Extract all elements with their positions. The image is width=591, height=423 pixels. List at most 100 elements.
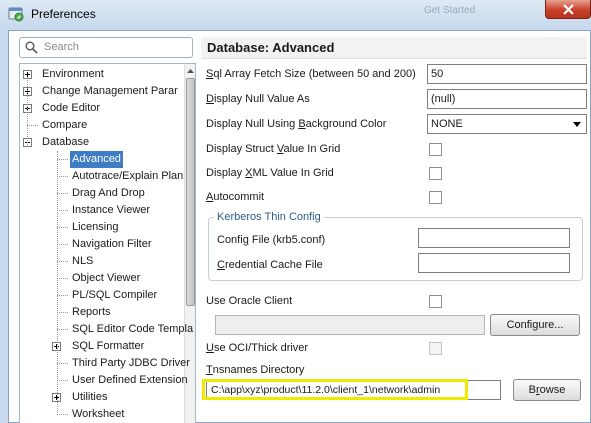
tree-item[interactable]: Navigation Filter bbox=[20, 236, 184, 253]
struct-value-checkbox[interactable] bbox=[429, 143, 442, 156]
tree-item-label: Environment bbox=[42, 68, 104, 80]
tree-connector bbox=[57, 414, 68, 415]
tree-connector bbox=[57, 210, 68, 211]
tree-connector bbox=[57, 295, 68, 296]
fetch-size-input[interactable]: 50 bbox=[427, 64, 587, 84]
tree-item-label: Worksheet bbox=[72, 408, 125, 420]
null-bg-label: Display Null Using Background Color bbox=[206, 118, 387, 130]
tree-item[interactable]: Drag And Drop bbox=[20, 185, 184, 202]
settings-panel: Database: Advanced Sql Array Fetch Size … bbox=[199, 35, 589, 421]
tree-item-label: Instance Viewer bbox=[72, 204, 151, 216]
tree-item[interactable]: Environment bbox=[20, 66, 184, 83]
oci-driver-checkbox[interactable] bbox=[429, 342, 442, 355]
tree-item[interactable]: Autotrace/Explain Plan bbox=[20, 168, 184, 185]
xml-value-label: Display XML Value In Grid bbox=[206, 167, 334, 179]
tree-item[interactable]: Worksheet bbox=[20, 406, 184, 423]
credential-cache-label: Credential Cache File bbox=[217, 259, 323, 271]
tree-item-label: NLS bbox=[72, 255, 94, 267]
tree-item-label: Reports bbox=[72, 306, 111, 318]
tree-item-label: Code Editor bbox=[42, 102, 101, 114]
null-value-input[interactable]: (null) bbox=[427, 89, 587, 109]
close-icon bbox=[563, 4, 574, 15]
tree-item[interactable]: SQL Formatter bbox=[20, 338, 184, 355]
tnsnames-label: Tnsnames Directory bbox=[206, 364, 305, 376]
tree-connector bbox=[57, 261, 68, 262]
scroll-up-arrow-icon[interactable] bbox=[185, 64, 196, 78]
null-bg-select[interactable]: NONE bbox=[427, 114, 587, 134]
tree-connector bbox=[57, 227, 68, 228]
oracle-client-checkbox[interactable] bbox=[429, 295, 442, 308]
tree-connector bbox=[57, 329, 68, 330]
tree-connector bbox=[27, 77, 28, 145]
tree-item[interactable]: PL/SQL Compiler bbox=[20, 287, 184, 304]
tree-connector bbox=[57, 159, 68, 160]
search-placeholder: Search bbox=[44, 41, 79, 53]
tree-item[interactable]: Compare bbox=[20, 117, 184, 134]
window-title: Preferences bbox=[31, 7, 96, 21]
configure-button[interactable]: Configure... bbox=[490, 314, 580, 336]
autocommit-label: Autocommit bbox=[206, 191, 265, 203]
search-field[interactable]: Search bbox=[19, 37, 193, 58]
oracle-client-path-input[interactable] bbox=[215, 315, 485, 335]
tree-item-label: Licensing bbox=[72, 221, 119, 233]
tree-item[interactable]: Change Management Parar bbox=[20, 83, 184, 100]
tree-item[interactable]: Reports bbox=[20, 304, 184, 321]
tree-item-label: SQL Formatter bbox=[72, 340, 145, 352]
tree-item[interactable]: Third Party JDBC Driver bbox=[20, 355, 190, 372]
tree-item-label: User Defined Extension bbox=[72, 374, 188, 386]
tree-connector bbox=[57, 193, 68, 194]
tree-item-label: Change Management Parar bbox=[42, 85, 178, 97]
tree-item[interactable]: NLS bbox=[20, 253, 184, 270]
tree-item-label: Navigation Filter bbox=[72, 238, 152, 250]
chevron-down-icon bbox=[573, 122, 581, 127]
autocommit-checkbox[interactable] bbox=[429, 191, 442, 204]
tree-item[interactable]: Object Viewer bbox=[20, 270, 184, 287]
tree-item-label: Third Party JDBC Driver bbox=[72, 357, 190, 369]
tree-item[interactable]: User Defined Extension bbox=[20, 372, 188, 389]
oracle-client-label: Use Oracle Client bbox=[206, 295, 293, 307]
tree-item-label: PL/SQL Compiler bbox=[72, 289, 158, 301]
tree-connector bbox=[57, 151, 58, 415]
search-icon bbox=[25, 41, 38, 54]
tree-connector bbox=[57, 363, 68, 364]
tree-item[interactable]: Code Editor bbox=[20, 100, 184, 117]
tree-item-label: Drag And Drop bbox=[72, 187, 145, 199]
fetch-size-label: Sql Array Fetch Size (between 50 and 200… bbox=[206, 68, 416, 80]
kerberos-group-title: Kerberos Thin Config bbox=[214, 211, 324, 223]
close-button[interactable] bbox=[545, 0, 591, 19]
tree-item[interactable]: Instance Viewer bbox=[20, 202, 184, 219]
tree-item[interactable]: Utilities bbox=[20, 389, 184, 406]
tree-connector bbox=[57, 244, 68, 245]
tree-item-label: Utilities bbox=[72, 391, 108, 403]
credential-cache-input[interactable] bbox=[418, 253, 570, 273]
title-bar[interactable]: Preferences Get Started bbox=[0, 0, 591, 29]
tree-connector bbox=[57, 278, 68, 279]
preferences-app-icon bbox=[8, 7, 24, 22]
tree-connector bbox=[57, 176, 68, 177]
tree-item[interactable]: Licensing bbox=[20, 219, 184, 236]
tree-item[interactable]: SQL Editor Code Templa bbox=[20, 321, 193, 338]
tree-item-label: Advanced bbox=[70, 151, 123, 168]
tree-item[interactable]: Database bbox=[20, 134, 184, 151]
tree-item[interactable]: Advanced bbox=[20, 151, 184, 168]
tree-connector bbox=[57, 312, 68, 313]
browse-button[interactable]: Browse bbox=[513, 379, 581, 401]
tree-item-label: Object Viewer bbox=[72, 272, 141, 284]
tree-item-label: SQL Editor Code Templa bbox=[72, 323, 194, 335]
background-window-text: Get Started bbox=[424, 5, 476, 16]
preferences-tree[interactable]: Environment Change Management Parar Code E… bbox=[19, 63, 196, 423]
config-file-label: Config File (krb5.conf) bbox=[217, 234, 326, 246]
tree-item-label: Autotrace/Explain Plan bbox=[72, 170, 184, 182]
tree-connector bbox=[57, 380, 68, 381]
null-bg-selected-value: NONE bbox=[431, 118, 463, 130]
struct-value-label: Display Struct Value In Grid bbox=[206, 143, 341, 155]
xml-value-checkbox[interactable] bbox=[429, 167, 442, 180]
oci-driver-label: Use OCI/Thick driver bbox=[206, 342, 309, 354]
tree-connector bbox=[27, 125, 38, 126]
dialog-content: Search Environment Change Management Para… bbox=[8, 30, 591, 423]
config-file-input[interactable] bbox=[418, 228, 570, 248]
tree-item-label: Compare bbox=[42, 119, 88, 131]
preferences-window: Preferences Get Started Search Environme… bbox=[0, 0, 591, 423]
scroll-thumb[interactable] bbox=[186, 78, 195, 306]
tnsnames-input[interactable]: C:\app\xyz\product\11.2.0\client_1\netwo… bbox=[206, 380, 501, 400]
